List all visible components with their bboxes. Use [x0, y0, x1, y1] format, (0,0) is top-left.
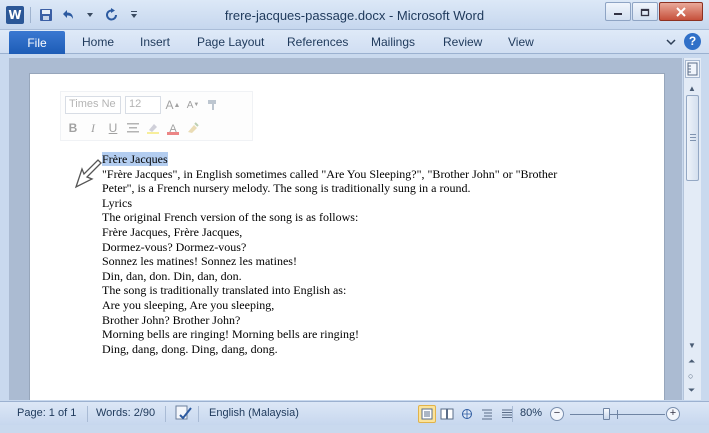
highlight-icon[interactable] [145, 120, 161, 136]
doc-line[interactable]: Din, dan, don. Din, dan, don. [102, 269, 622, 284]
doc-line[interactable]: Frère Jacques, Frère Jacques, [102, 225, 622, 240]
next-page-icon[interactable]: ⏷ [688, 385, 695, 396]
restore-button[interactable] [632, 2, 658, 21]
doc-line[interactable]: Ding, dang, dong. Ding, dang, dong. [102, 342, 622, 357]
document-area[interactable]: Times Ne 12 A ▲ A ▼ B I U A Frère Jacque… [9, 58, 682, 400]
font-color-icon[interactable]: A [165, 120, 181, 136]
close-button[interactable] [659, 2, 703, 21]
zoom-slider-thumb[interactable] [603, 408, 611, 420]
draft-view-icon[interactable] [498, 405, 516, 423]
tab-mailings[interactable]: Mailings [371, 35, 415, 49]
mini-toolbar[interactable]: Times Ne 12 A ▲ A ▼ B I U A [60, 91, 253, 141]
document-page[interactable]: Times Ne 12 A ▲ A ▼ B I U A Frère Jacque… [29, 73, 665, 400]
word-count[interactable]: Words: 2/90 [96, 407, 155, 419]
minimize-ribbon-icon[interactable] [666, 35, 676, 49]
shrink-font-icon[interactable]: A ▼ [185, 97, 201, 113]
ribbon-right-controls: ? [666, 33, 701, 50]
minimize-button[interactable] [605, 2, 631, 21]
previous-page-icon[interactable]: ⏶ [688, 356, 695, 367]
selected-text[interactable]: Frère Jacques [102, 152, 168, 166]
document-text[interactable]: Frère Jacques "Frère Jacques", in Englis… [102, 152, 622, 356]
scroll-thumb[interactable] [686, 95, 699, 181]
window-title: frere-jacques-passage.docx - Microsoft W… [224, 8, 485, 23]
outline-view-icon[interactable] [478, 405, 496, 423]
grow-font-icon[interactable]: A ▲ [165, 97, 181, 113]
font-name-box[interactable]: Times Ne [65, 96, 121, 114]
doc-line[interactable]: The original French version of the song … [102, 210, 622, 225]
ribbon-tabs: File Home Insert Page Layout References … [0, 30, 709, 54]
doc-line[interactable]: Brother John? Brother John? [102, 313, 622, 328]
print-layout-icon[interactable] [418, 405, 436, 423]
font-size-box[interactable]: 12 [125, 96, 161, 114]
proofing-icon[interactable] [174, 404, 194, 425]
view-buttons [418, 405, 516, 423]
tab-view[interactable]: View [508, 35, 534, 49]
underline-icon[interactable]: U [105, 120, 121, 136]
doc-line[interactable]: Are you sleeping, Are you sleeping, [102, 298, 622, 313]
help-icon[interactable]: ? [684, 33, 701, 50]
doc-line[interactable]: "Frère Jacques", in English sometimes ca… [102, 167, 622, 182]
doc-line[interactable]: The song is traditionally translated int… [102, 283, 622, 298]
file-tab[interactable]: File [9, 31, 65, 54]
italic-icon[interactable]: I [85, 120, 101, 136]
select-browse-object-icon[interactable]: ○ [688, 371, 693, 381]
tab-page-layout[interactable]: Page Layout [197, 35, 264, 49]
scroll-up-icon[interactable]: ▲ [688, 84, 696, 93]
tab-review[interactable]: Review [443, 35, 482, 49]
zoom-out-button[interactable]: − [550, 407, 564, 421]
clear-formatting-icon[interactable] [185, 120, 201, 136]
view-ruler-icon[interactable] [685, 60, 700, 78]
doc-title-line[interactable]: Frère Jacques [102, 152, 622, 167]
tab-insert[interactable]: Insert [140, 35, 170, 49]
page-count[interactable]: Page: 1 of 1 [17, 407, 76, 419]
zoom-level[interactable]: 80% [520, 407, 542, 419]
title-bar: W frere-jacques-passage.docx - Microsoft… [0, 0, 709, 30]
zoom-in-button[interactable]: + [666, 407, 680, 421]
window-controls [605, 2, 703, 21]
full-screen-reading-icon[interactable] [438, 405, 456, 423]
zoom-slider-midpoint [617, 410, 618, 419]
web-layout-icon[interactable] [458, 405, 476, 423]
vertical-scrollbar[interactable]: ▲ ▼ ⏶ ○ ⏷ [683, 58, 701, 400]
bold-icon[interactable]: B [65, 120, 81, 136]
doc-line[interactable]: Morning bells are ringing! Morning bells… [102, 327, 622, 342]
format-painter-icon[interactable] [205, 97, 221, 113]
language-indicator[interactable]: English (Malaysia) [209, 407, 299, 419]
doc-line[interactable]: Peter", is a French nursery melody. The … [102, 181, 622, 196]
align-center-icon[interactable] [125, 120, 141, 136]
scroll-down-icon[interactable]: ▼ [688, 341, 696, 350]
mouse-pointer-icon [74, 157, 104, 192]
doc-line[interactable]: Dormez-vous? Dormez-vous? [102, 240, 622, 255]
doc-line[interactable]: Lyrics [102, 196, 622, 211]
tab-home[interactable]: Home [82, 35, 114, 49]
doc-line[interactable]: Sonnez les matines! Sonnez les matines! [102, 254, 622, 269]
tab-references[interactable]: References [287, 35, 348, 49]
window-bottom-edge [0, 425, 709, 433]
status-bar: Page: 1 of 1 Words: 2/90 English (Malays… [0, 401, 709, 425]
